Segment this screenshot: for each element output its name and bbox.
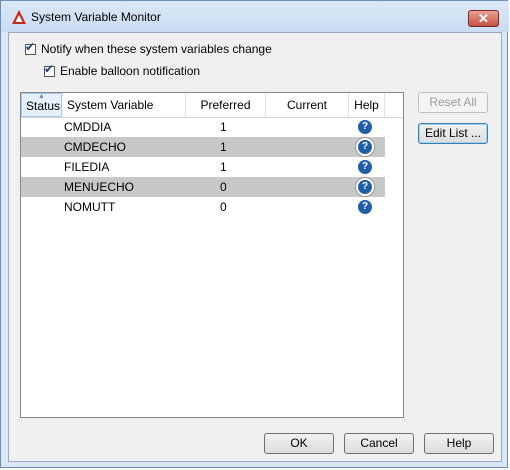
notify-checkbox-label: Notify when these system variables chang… xyxy=(41,42,272,56)
help-icon[interactable]: ? xyxy=(358,180,372,194)
preferred-cell: 1 xyxy=(220,120,227,134)
title-bar[interactable]: System Variable Monitor ✕ xyxy=(1,1,509,32)
list-header: ▲ Status System Variable Preferred Curre… xyxy=(21,93,403,118)
autocad-logo-icon xyxy=(12,10,26,24)
reset-all-button[interactable]: Reset All xyxy=(418,92,488,113)
notify-checkbox[interactable]: ✔ xyxy=(25,39,36,55)
dialog-body: ✔ Notify when these system variables cha… xyxy=(8,32,502,462)
sort-ascending-icon: ▲ xyxy=(38,93,45,100)
table-row[interactable]: CMDECHO 1 ? xyxy=(21,137,385,157)
checkmark-icon: ✔ xyxy=(44,61,55,76)
variable-cell: CMDDIA xyxy=(64,120,112,134)
column-header-status[interactable]: ▲ Status xyxy=(21,93,62,117)
column-header-system-variable[interactable]: System Variable xyxy=(62,93,186,117)
help-icon[interactable]: ? xyxy=(358,160,372,174)
variable-cell: MENUECHO xyxy=(64,180,135,194)
preferred-cell: 0 xyxy=(220,180,227,194)
table-row[interactable]: NOMUTT 0 ? xyxy=(21,197,385,217)
checkmark-icon: ✔ xyxy=(25,39,36,54)
balloon-checkbox-row[interactable]: ✔ Enable balloon notification xyxy=(44,61,201,78)
system-variable-list[interactable]: ▲ Status System Variable Preferred Curre… xyxy=(20,92,404,418)
table-row[interactable]: MENUECHO 0 ? xyxy=(21,177,385,197)
cancel-button[interactable]: Cancel xyxy=(344,433,414,454)
column-header-help[interactable]: Help xyxy=(349,93,385,117)
preferred-cell: 1 xyxy=(220,160,227,174)
variable-cell: NOMUTT xyxy=(64,200,116,214)
edit-list-button[interactable]: Edit List ... xyxy=(418,123,488,144)
preferred-cell: 1 xyxy=(220,140,227,154)
dialog-window: System Variable Monitor ✕ ✔ Notify when … xyxy=(0,0,509,468)
variable-cell: CMDECHO xyxy=(64,140,126,154)
preferred-cell: 0 xyxy=(220,200,227,214)
notify-checkbox-row[interactable]: ✔ Notify when these system variables cha… xyxy=(25,39,272,56)
variable-cell: FILEDIA xyxy=(64,160,110,174)
ok-button[interactable]: OK xyxy=(264,433,334,454)
help-icon[interactable]: ? xyxy=(358,140,372,154)
help-icon[interactable]: ? xyxy=(358,200,372,214)
table-row[interactable]: CMDDIA 1 ? xyxy=(21,117,385,137)
column-header-current[interactable]: Current xyxy=(266,93,349,117)
close-button[interactable]: ✕ xyxy=(468,10,499,27)
table-row[interactable]: FILEDIA 1 ? xyxy=(21,157,385,177)
help-button[interactable]: Help xyxy=(424,433,494,454)
balloon-checkbox-label: Enable balloon notification xyxy=(60,64,201,78)
column-header-preferred[interactable]: Preferred xyxy=(186,93,266,117)
window-title: System Variable Monitor xyxy=(31,10,161,24)
balloon-checkbox[interactable]: ✔ xyxy=(44,61,55,77)
help-icon[interactable]: ? xyxy=(358,120,372,134)
